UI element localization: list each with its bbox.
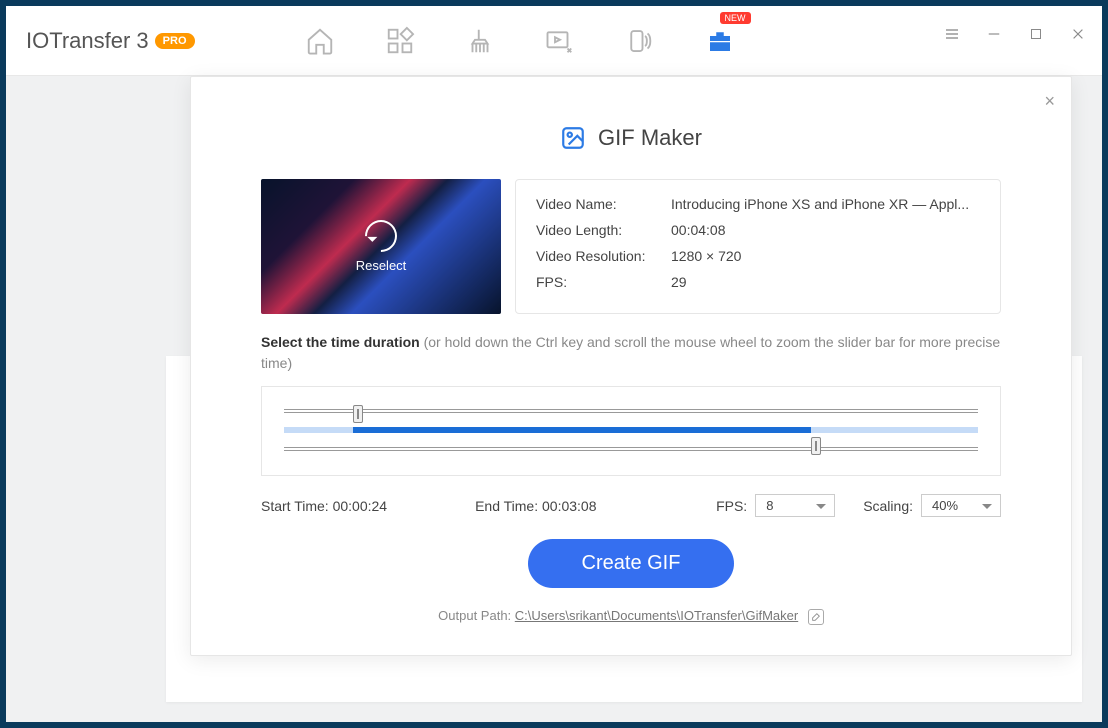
image-icon (560, 125, 586, 151)
controls-row: Start Time: 00:00:24 End Time: 00:03:08 … (261, 494, 1001, 517)
slider-start-handle[interactable] (353, 405, 363, 423)
fps-select[interactable]: 8 (755, 494, 835, 517)
info-row: Reselect Video Name: Introducing iPhone … (261, 179, 1001, 314)
fps-selector: FPS: 8 (716, 494, 835, 517)
nav-apps-icon[interactable] (385, 26, 415, 56)
scaling-selector: Scaling: 40% (863, 494, 1001, 517)
create-gif-button[interactable]: Create GIF (528, 539, 735, 588)
refresh-icon (358, 213, 403, 258)
app-name: IOTransfer 3 (26, 28, 149, 54)
modal-close-icon[interactable]: × (1044, 91, 1055, 112)
meta-fps-label: FPS: (536, 274, 671, 290)
pro-badge: PRO (155, 33, 195, 49)
maximize-icon[interactable] (1024, 22, 1048, 46)
modal-title: GIF Maker (261, 125, 1001, 151)
minimize-icon[interactable] (982, 22, 1006, 46)
nav-video-icon[interactable] (545, 26, 575, 56)
slider-rail-bottom (284, 447, 978, 451)
end-time: End Time: 00:03:08 (475, 498, 596, 514)
nav-clean-icon[interactable] (465, 26, 495, 56)
new-badge: NEW (720, 12, 751, 24)
nav-home-icon[interactable] (305, 26, 335, 56)
app-window: IOTransfer 3 PRO NEW (6, 6, 1102, 722)
menu-icon[interactable] (940, 22, 964, 46)
meta-res-label: Video Resolution: (536, 248, 671, 264)
gif-maker-modal: × GIF Maker Reselect Video Name: Introdu… (190, 76, 1072, 656)
meta-fps-value: 29 (671, 274, 980, 290)
meta-name-label: Video Name: (536, 196, 671, 212)
scaling-select[interactable]: 40% (921, 494, 1001, 517)
output-label: Output Path: (438, 608, 515, 623)
edit-path-icon[interactable] (808, 609, 824, 625)
slider-active-range (353, 427, 811, 433)
meta-length-label: Video Length: (536, 222, 671, 238)
video-meta: Video Name: Introducing iPhone XS and iP… (515, 179, 1001, 314)
video-thumbnail: Reselect (261, 179, 501, 314)
meta-res-value: 1280 × 720 (671, 248, 980, 264)
nav-toolbox-icon[interactable]: NEW (705, 26, 735, 56)
modal-title-text: GIF Maker (598, 125, 702, 151)
output-path-row: Output Path: C:\Users\srikant\Documents\… (261, 608, 1001, 625)
window-controls (940, 22, 1090, 46)
meta-name-value: Introducing iPhone XS and iPhone XR — Ap… (671, 196, 980, 212)
time-slider (261, 386, 1001, 476)
slider-end-handle[interactable] (811, 437, 821, 455)
slider-rail-top (284, 409, 978, 413)
instruction-text: Select the time duration (or hold down t… (261, 332, 1001, 374)
close-icon[interactable] (1066, 22, 1090, 46)
start-time: Start Time: 00:00:24 (261, 498, 387, 514)
reselect-label: Reselect (356, 258, 407, 273)
meta-length-value: 00:04:08 (671, 222, 980, 238)
app-logo: IOTransfer 3 PRO (26, 28, 195, 54)
reselect-button[interactable]: Reselect (261, 179, 501, 314)
title-bar: IOTransfer 3 PRO NEW (6, 6, 1102, 76)
nav-bar: NEW (305, 26, 735, 56)
fps-label: FPS: (716, 498, 747, 514)
scaling-label: Scaling: (863, 498, 913, 514)
nav-airplay-icon[interactable] (625, 26, 655, 56)
instruction-bold: Select the time duration (261, 334, 420, 350)
output-path-link[interactable]: C:\Users\srikant\Documents\IOTransfer\Gi… (515, 608, 798, 623)
